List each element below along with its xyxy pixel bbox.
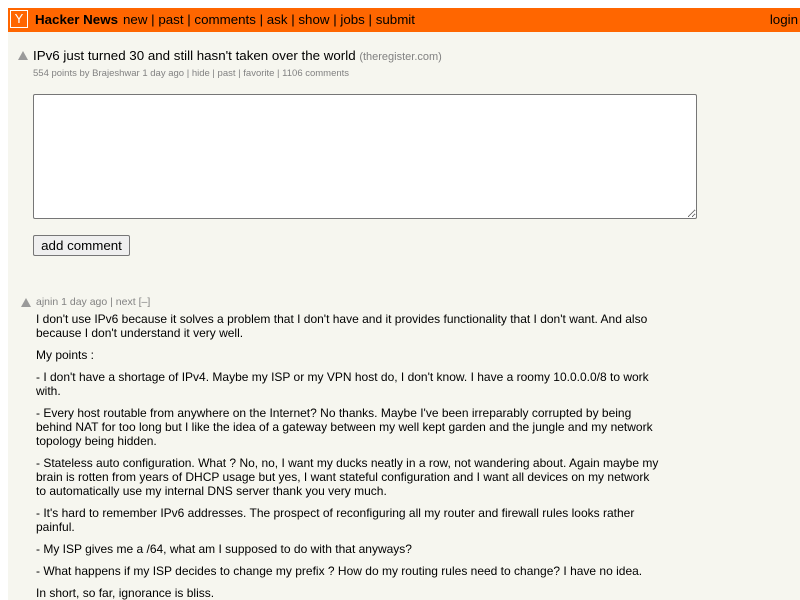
story-points: 554 points	[33, 68, 77, 79]
header-bar: Y Hacker News new | past | comments | as…	[8, 8, 800, 32]
story-title-line: IPv6 just turned 30 and still hasn't tak…	[33, 48, 442, 63]
story-subtext: 554 points by Brajeshwar 1 day ago | hid…	[33, 68, 350, 79]
nav-past[interactable]: past	[158, 12, 183, 27]
comment-next-link[interactable]: next	[116, 296, 136, 308]
comment-text: I don't use IPv6 because it solves a pro…	[36, 312, 661, 600]
comment-user-link[interactable]: ajnin	[36, 296, 58, 308]
site-name-link[interactable]: Hacker News	[35, 12, 118, 27]
story-favorite-link[interactable]: favorite	[243, 68, 274, 79]
story-by-label: by	[79, 68, 90, 79]
comment-paragraph: - I don't have a shortage of IPv4. Maybe…	[36, 370, 649, 398]
comment-paragraph: I don't use IPv6 because it solves a pro…	[36, 312, 648, 340]
story-past-link[interactable]: past	[218, 68, 236, 79]
nav-new[interactable]: new	[123, 12, 147, 27]
comment-paragraph: In short, so far, ignorance is bliss.	[36, 586, 215, 600]
main-nav: new | past | comments | ask | show | job…	[123, 12, 415, 27]
nav-comments[interactable]: comments	[194, 12, 255, 27]
comment-paragraph: - It's hard to remember IPv6 addresses. …	[36, 506, 635, 534]
nav-separator: |	[364, 12, 376, 27]
story-user-link[interactable]: Brajeshwar	[92, 68, 140, 79]
nav-separator: |	[255, 12, 267, 27]
nav-separator: |	[329, 12, 341, 27]
comment-collapse-toggle[interactable]: [–]	[139, 296, 151, 308]
nav-separator: |	[287, 12, 299, 27]
story-title-link[interactable]: IPv6 just turned 30 and still hasn't tak…	[33, 48, 356, 63]
story-upvote-icon[interactable]	[18, 51, 28, 60]
nav-submit[interactable]: submit	[376, 12, 415, 27]
comment-paragraph: My points :	[36, 348, 95, 362]
comment-textarea[interactable]	[33, 94, 697, 219]
nav-show[interactable]: show	[298, 12, 329, 27]
login-link[interactable]: login	[770, 12, 798, 27]
comment-age-link[interactable]: 1 day ago	[61, 296, 107, 308]
comment-paragraph: - Every host routable from anywhere on t…	[36, 406, 653, 448]
page: Y Hacker News new | past | comments | as…	[8, 8, 800, 600]
nav-separator: |	[183, 12, 195, 27]
comment-head: ajnin 1 day ago | next [–]	[36, 296, 151, 308]
story-age-link[interactable]: 1 day ago	[142, 68, 184, 79]
comment-upvote-icon[interactable]	[21, 298, 31, 307]
comment-paragraph: - What happens if my ISP decides to chan…	[36, 564, 643, 578]
add-comment-button[interactable]: add comment	[33, 235, 130, 256]
comment-paragraph: - Stateless auto configuration. What ? N…	[36, 456, 659, 498]
y-logo-icon[interactable]: Y	[10, 10, 28, 28]
story-site-link[interactable]: (theregister.com)	[359, 51, 442, 63]
nav-jobs[interactable]: jobs	[340, 12, 364, 27]
comment-paragraph: - My ISP gives me a /64, what am I suppo…	[36, 542, 412, 556]
nav-ask[interactable]: ask	[267, 12, 288, 27]
nav-separator: |	[147, 12, 159, 27]
story-hide-link[interactable]: hide	[192, 68, 210, 79]
story-comments-link[interactable]: 1106 comments	[282, 68, 349, 79]
